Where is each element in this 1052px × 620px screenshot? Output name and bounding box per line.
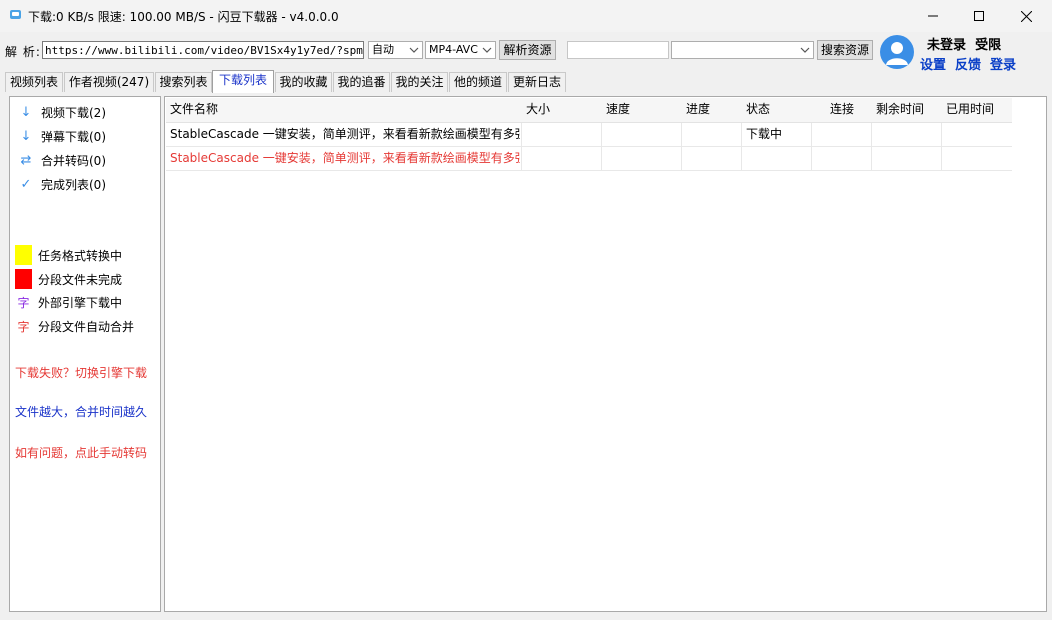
cell-speed xyxy=(606,147,676,170)
search-input[interactable] xyxy=(567,41,669,59)
login-status: 未登录 受限 xyxy=(927,34,1001,53)
legend-label: 外部引擎下载中 xyxy=(38,295,123,310)
user-icon xyxy=(886,42,908,65)
cell-status: 下载中 xyxy=(746,127,783,141)
cell-filename: StableCascade 一键安装，简单测评，来看看新款绘画模型有多强 xyxy=(170,151,520,165)
red-swatch xyxy=(15,269,32,289)
column-header-remaining[interactable]: 剩余时间 xyxy=(876,98,924,121)
legend-auto-merge: 字 分段文件自动合并 xyxy=(15,316,134,336)
search-resource-button[interactable]: 搜索资源 xyxy=(817,40,873,60)
tab-my-favorites[interactable]: 我的收藏 xyxy=(275,72,332,92)
quality-select-value: 自动 xyxy=(372,43,394,56)
sidebar-item-completed[interactable]: ✓ 完成列表(0) xyxy=(17,174,106,194)
cell-remaining xyxy=(876,123,940,146)
tab-download-list[interactable]: 下载列表 xyxy=(212,70,274,93)
close-icon xyxy=(1020,10,1032,22)
format-select[interactable]: MP4-AVC xyxy=(425,41,496,59)
cell-progress xyxy=(686,123,736,146)
merge-time-hint: 文件越大，合并时间越久 xyxy=(15,405,148,419)
cell-elapsed xyxy=(946,147,1010,170)
column-header-speed[interactable]: 速度 xyxy=(606,98,630,121)
sidebar: ↓ 视频下载(2) ↓ 弹幕下载(0) ⇄ 合并转码(0) ✓ 完成列表(0) … xyxy=(9,96,161,612)
search-source-select[interactable] xyxy=(671,41,814,59)
sidebar-item-video-download[interactable]: ↓ 视频下载(2) xyxy=(17,102,106,122)
url-input[interactable]: https://www.bilibili.com/video/BV1Sx4y1y… xyxy=(42,41,364,59)
minimize-button[interactable] xyxy=(910,0,956,32)
download-arrow-icon: ↓ xyxy=(20,104,32,120)
sidebar-item-label: 弹幕下载(0) xyxy=(41,129,106,144)
checkmark-icon: ✓ xyxy=(20,176,32,192)
login-link[interactable]: 登录 xyxy=(990,54,1016,73)
switch-engine-link[interactable]: 下载失败？切换引擎下载 xyxy=(15,364,147,381)
account-limit-text: 受限 xyxy=(975,38,1002,53)
cell-progress xyxy=(686,147,736,170)
column-header-progress[interactable]: 进度 xyxy=(686,98,710,121)
tab-my-following[interactable]: 我的关注 xyxy=(391,72,448,92)
legend-external-engine: 字 外部引擎下载中 xyxy=(15,292,122,312)
app-icon xyxy=(9,8,22,21)
tab-search-list[interactable]: 搜索列表 xyxy=(155,72,212,92)
cell-size xyxy=(526,123,596,146)
sidebar-item-danmaku-download[interactable]: ↓ 弹幕下载(0) xyxy=(17,126,106,146)
legend-label: 任务格式转换中 xyxy=(38,248,123,263)
settings-link[interactable]: 设置 xyxy=(920,54,946,73)
table-header: 文件名称 大小 速度 进度 状态 连接 剩余时间 已用时间 xyxy=(166,98,1012,123)
table-row[interactable]: StableCascade 一键安装，简单测评，来看看新款绘画模型有多强 xyxy=(166,147,1012,171)
cell-remaining xyxy=(876,147,940,170)
sidebar-item-label: 合并转码(0) xyxy=(41,153,106,168)
chevron-down-icon xyxy=(482,47,492,53)
manual-transcode-link[interactable]: 如有问题，点此手动转码 xyxy=(15,444,147,461)
quality-select[interactable]: 自动 xyxy=(368,41,423,59)
maximize-icon xyxy=(974,11,984,21)
close-button[interactable] xyxy=(1003,0,1049,32)
chevron-down-icon xyxy=(800,47,810,53)
sidebar-item-label: 完成列表(0) xyxy=(41,177,106,192)
cell-size xyxy=(526,147,596,170)
sidebar-item-merge-transcode[interactable]: ⇄ 合并转码(0) xyxy=(17,150,106,170)
tab-author-videos[interactable]: 作者视频(247) xyxy=(64,72,154,92)
column-header-filename[interactable]: 文件名称 xyxy=(170,98,218,121)
avatar[interactable] xyxy=(880,35,914,69)
tab-video-list[interactable]: 视频列表 xyxy=(5,72,63,92)
chevron-down-icon xyxy=(409,47,419,53)
swap-arrows-icon: ⇄ xyxy=(20,152,32,168)
cell-status xyxy=(746,147,806,170)
cell-connections xyxy=(830,123,870,146)
sidebar-item-label: 视频下载(2) xyxy=(41,105,106,120)
cell-elapsed xyxy=(946,123,1010,146)
legend-label: 分段文件未完成 xyxy=(38,272,123,287)
parse-resource-button[interactable]: 解析资源 xyxy=(499,40,556,60)
legend-label: 分段文件自动合并 xyxy=(38,319,135,334)
purple-char-icon: 字 xyxy=(17,295,30,310)
table-row[interactable]: StableCascade 一键安装，简单测评，来看看新款绘画模型有多强 下载中 xyxy=(166,123,1012,147)
login-status-text: 未登录 xyxy=(927,38,967,53)
format-select-value: MP4-AVC xyxy=(429,43,478,56)
title-bar: 下载:0 KB/s 限速: 100.00 MB/S - 闪豆下载器 - v4.0… xyxy=(0,0,1052,32)
red-char-icon: 字 xyxy=(17,319,30,334)
cell-connections xyxy=(830,147,870,170)
cell-filename: StableCascade 一键安装，简单测评，来看看新款绘画模型有多强 xyxy=(170,127,520,141)
feedback-link[interactable]: 反馈 xyxy=(955,54,981,73)
cell-speed xyxy=(606,123,676,146)
window-title: 下载:0 KB/s 限速: 100.00 MB/S - 闪豆下载器 - v4.0… xyxy=(28,10,339,24)
tab-changelog[interactable]: 更新日志 xyxy=(508,72,566,92)
column-header-connections[interactable]: 连接 xyxy=(830,98,854,121)
legend-format-converting: 任务格式转换中 xyxy=(15,245,122,265)
parse-label: 解 析: xyxy=(5,45,41,59)
tab-my-bangumi[interactable]: 我的追番 xyxy=(333,72,390,92)
legend-segment-incomplete: 分段文件未完成 xyxy=(15,269,122,289)
column-header-elapsed[interactable]: 已用时间 xyxy=(946,98,994,121)
maximize-button[interactable] xyxy=(956,0,1002,32)
yellow-swatch xyxy=(15,245,32,265)
minimize-icon xyxy=(928,15,938,17)
download-table: 文件名称 大小 速度 进度 状态 连接 剩余时间 已用时间 StableCasc… xyxy=(164,96,1047,612)
column-header-size[interactable]: 大小 xyxy=(526,98,550,121)
tab-their-channel[interactable]: 他的频道 xyxy=(449,72,507,92)
column-header-status[interactable]: 状态 xyxy=(746,98,770,121)
download-arrow-icon: ↓ xyxy=(20,128,32,144)
